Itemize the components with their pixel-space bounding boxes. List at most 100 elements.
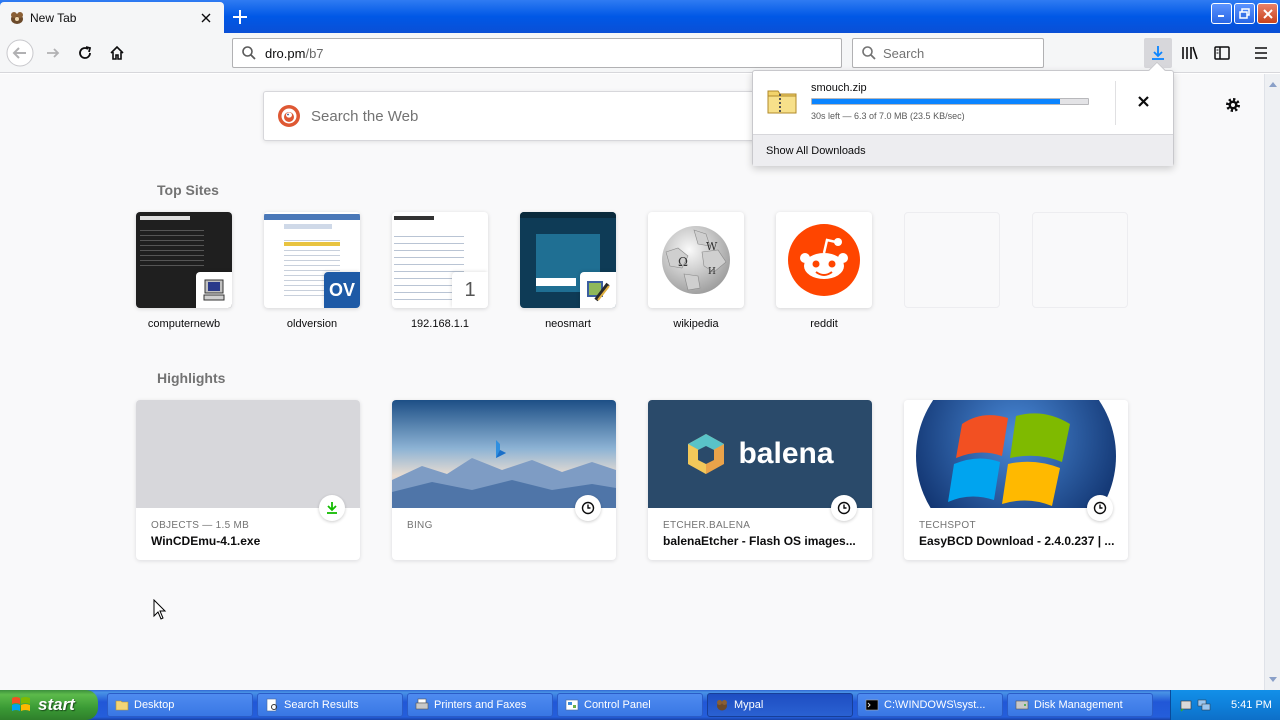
highlight-card-wincdemu[interactable]: OBJECTS — 1.5 MB WinCDEmu-4.1.exe [136,400,360,560]
card-title: WinCDEmu-4.1.exe [151,534,261,548]
library-icon [1182,46,1198,60]
card-history-indicator[interactable] [1087,495,1113,521]
taskbar-item-mypal[interactable]: Mypal [707,693,853,717]
sidebar-button[interactable] [1208,39,1236,67]
top-site-empty-slot[interactable] [904,212,1000,308]
reload-button[interactable] [71,39,99,67]
top-site-wikipedia[interactable]: Ω W И wikipedia [648,212,744,330]
search-bar[interactable]: Search [852,38,1044,68]
minimize-button[interactable] [1211,3,1232,24]
restore-button[interactable] [1234,3,1255,24]
taskbar-item-label: Disk Management [1034,699,1123,711]
show-all-downloads-label: Show All Downloads [766,144,866,157]
site-icon: OV [324,272,360,308]
card-history-indicator[interactable] [575,495,601,521]
download-icon [327,502,337,514]
oldversion-logo: OV [328,279,355,300]
highlight-card-balena[interactable]: balena ETCHER.BALENA balenaEtcher - Flas… [648,400,872,560]
library-button[interactable] [1176,39,1204,67]
top-site-reddit[interactable]: reddit [776,212,872,330]
taskbar-item-printers[interactable]: Printers and Faxes [407,693,553,717]
search-document-icon [266,698,277,712]
balena-wordmark: balena [738,437,834,470]
site-icon [580,272,616,308]
forward-arrow-icon [47,48,60,58]
show-all-downloads-button[interactable]: Show All Downloads [753,134,1173,166]
new-tab-button[interactable] [228,5,252,29]
download-filename: smouch.zip [811,82,867,94]
site-thumbnail [136,212,232,308]
download-status: 30s left — 6.3 of 7.0 MB (23.5 KB/sec) [811,111,965,121]
taskbar-item-label: C:\WINDOWS\syst... [884,699,986,711]
close-tab-icon[interactable] [196,8,216,28]
disk-management-icon [1015,700,1029,710]
card-history-indicator[interactable] [831,495,857,521]
reddit-icon [788,224,860,296]
taskbar-item-label: Printers and Faxes [434,699,527,711]
system-tray: 5:41 PM [1170,690,1280,720]
search-placeholder: Search [883,45,925,61]
menu-button[interactable] [1247,39,1275,67]
taskbar: start Desktop Search Results Printers an… [0,690,1280,720]
vertical-scrollbar[interactable] [1264,74,1280,690]
url-host: dro.pm [265,45,306,61]
restore-icon [1239,8,1250,19]
taskbar-item-search-results[interactable]: Search Results [257,693,403,717]
download-progress-fill [812,99,1061,104]
card-image [904,400,1128,508]
taskbar-item-control-panel[interactable]: Control Panel [557,693,703,717]
card-source: ETCHER.BALENA [663,520,751,531]
taskbar-item-desktop[interactable]: Desktop [107,693,253,717]
taskbar-item-disk-management[interactable]: Disk Management [1007,693,1153,717]
mypal-favicon-icon [11,11,23,24]
download-icon [1152,46,1164,60]
top-site-neosmart[interactable]: neosmart [520,212,616,330]
forward-button[interactable] [39,39,67,67]
wikipedia-globe-icon: Ω W И [662,226,730,294]
card-title: balenaEtcher - Flash OS images... [663,534,856,548]
bing-landscape-image [392,400,616,508]
back-button[interactable] [6,39,34,67]
tab-new-tab[interactable]: New Tab [0,2,224,33]
top-site-router[interactable]: 1 192.168.1.1 [392,212,488,330]
highlight-card-techspot[interactable]: TECHSPOT EasyBCD Download - 2.4.0.237 | … [904,400,1128,560]
scroll-down-icon[interactable] [1267,674,1279,686]
clock-icon [1093,501,1107,515]
easybcd-icon [587,281,610,302]
top-site-empty-slot[interactable] [1032,212,1128,308]
top-site-label: oldversion [286,318,338,330]
site-thumbnail [520,212,616,308]
taskbar-item-label: Mypal [734,699,764,711]
downloads-panel: smouch.zip 30s left — 6.3 of 7.0 MB (23.… [752,61,1174,166]
url-text: dro.pm/b7 [265,46,324,61]
site-icon [196,272,232,308]
card-image: balena [648,400,872,508]
card-download-indicator[interactable] [319,495,345,521]
address-bar[interactable]: dro.pm/b7 [232,38,842,68]
hardware-tray-icon[interactable] [1179,698,1193,712]
folder-icon [115,700,129,711]
close-icon [1262,8,1273,19]
customize-button[interactable] [1222,94,1244,116]
card-image [136,400,360,508]
scroll-up-icon[interactable] [1267,78,1279,90]
network-tray-icon[interactable] [1197,698,1211,712]
web-search-box[interactable]: Search the Web [263,91,773,141]
back-arrow-icon [6,39,34,67]
top-site-computernewb[interactable]: computernewb [136,212,232,330]
mypal-icon [717,700,727,711]
close-window-button[interactable] [1257,3,1278,24]
top-site-oldversion[interactable]: OV oldversion [264,212,360,330]
command-prompt-icon [865,699,879,711]
svg-text:И: И [708,267,716,277]
navigation-toolbar: dro.pm/b7 Search [0,33,1280,73]
computer-icon [203,279,225,301]
card-source: OBJECTS — 1.5 MB [151,520,250,531]
card-source: BING [407,520,433,531]
home-button[interactable] [103,39,131,67]
taskbar-item-cmd[interactable]: C:\WINDOWS\syst... [857,693,1003,717]
start-button[interactable]: start [0,690,98,720]
home-icon [110,45,124,60]
cancel-download-button[interactable] [1133,91,1153,111]
highlight-card-bing[interactable]: BING [392,400,616,560]
